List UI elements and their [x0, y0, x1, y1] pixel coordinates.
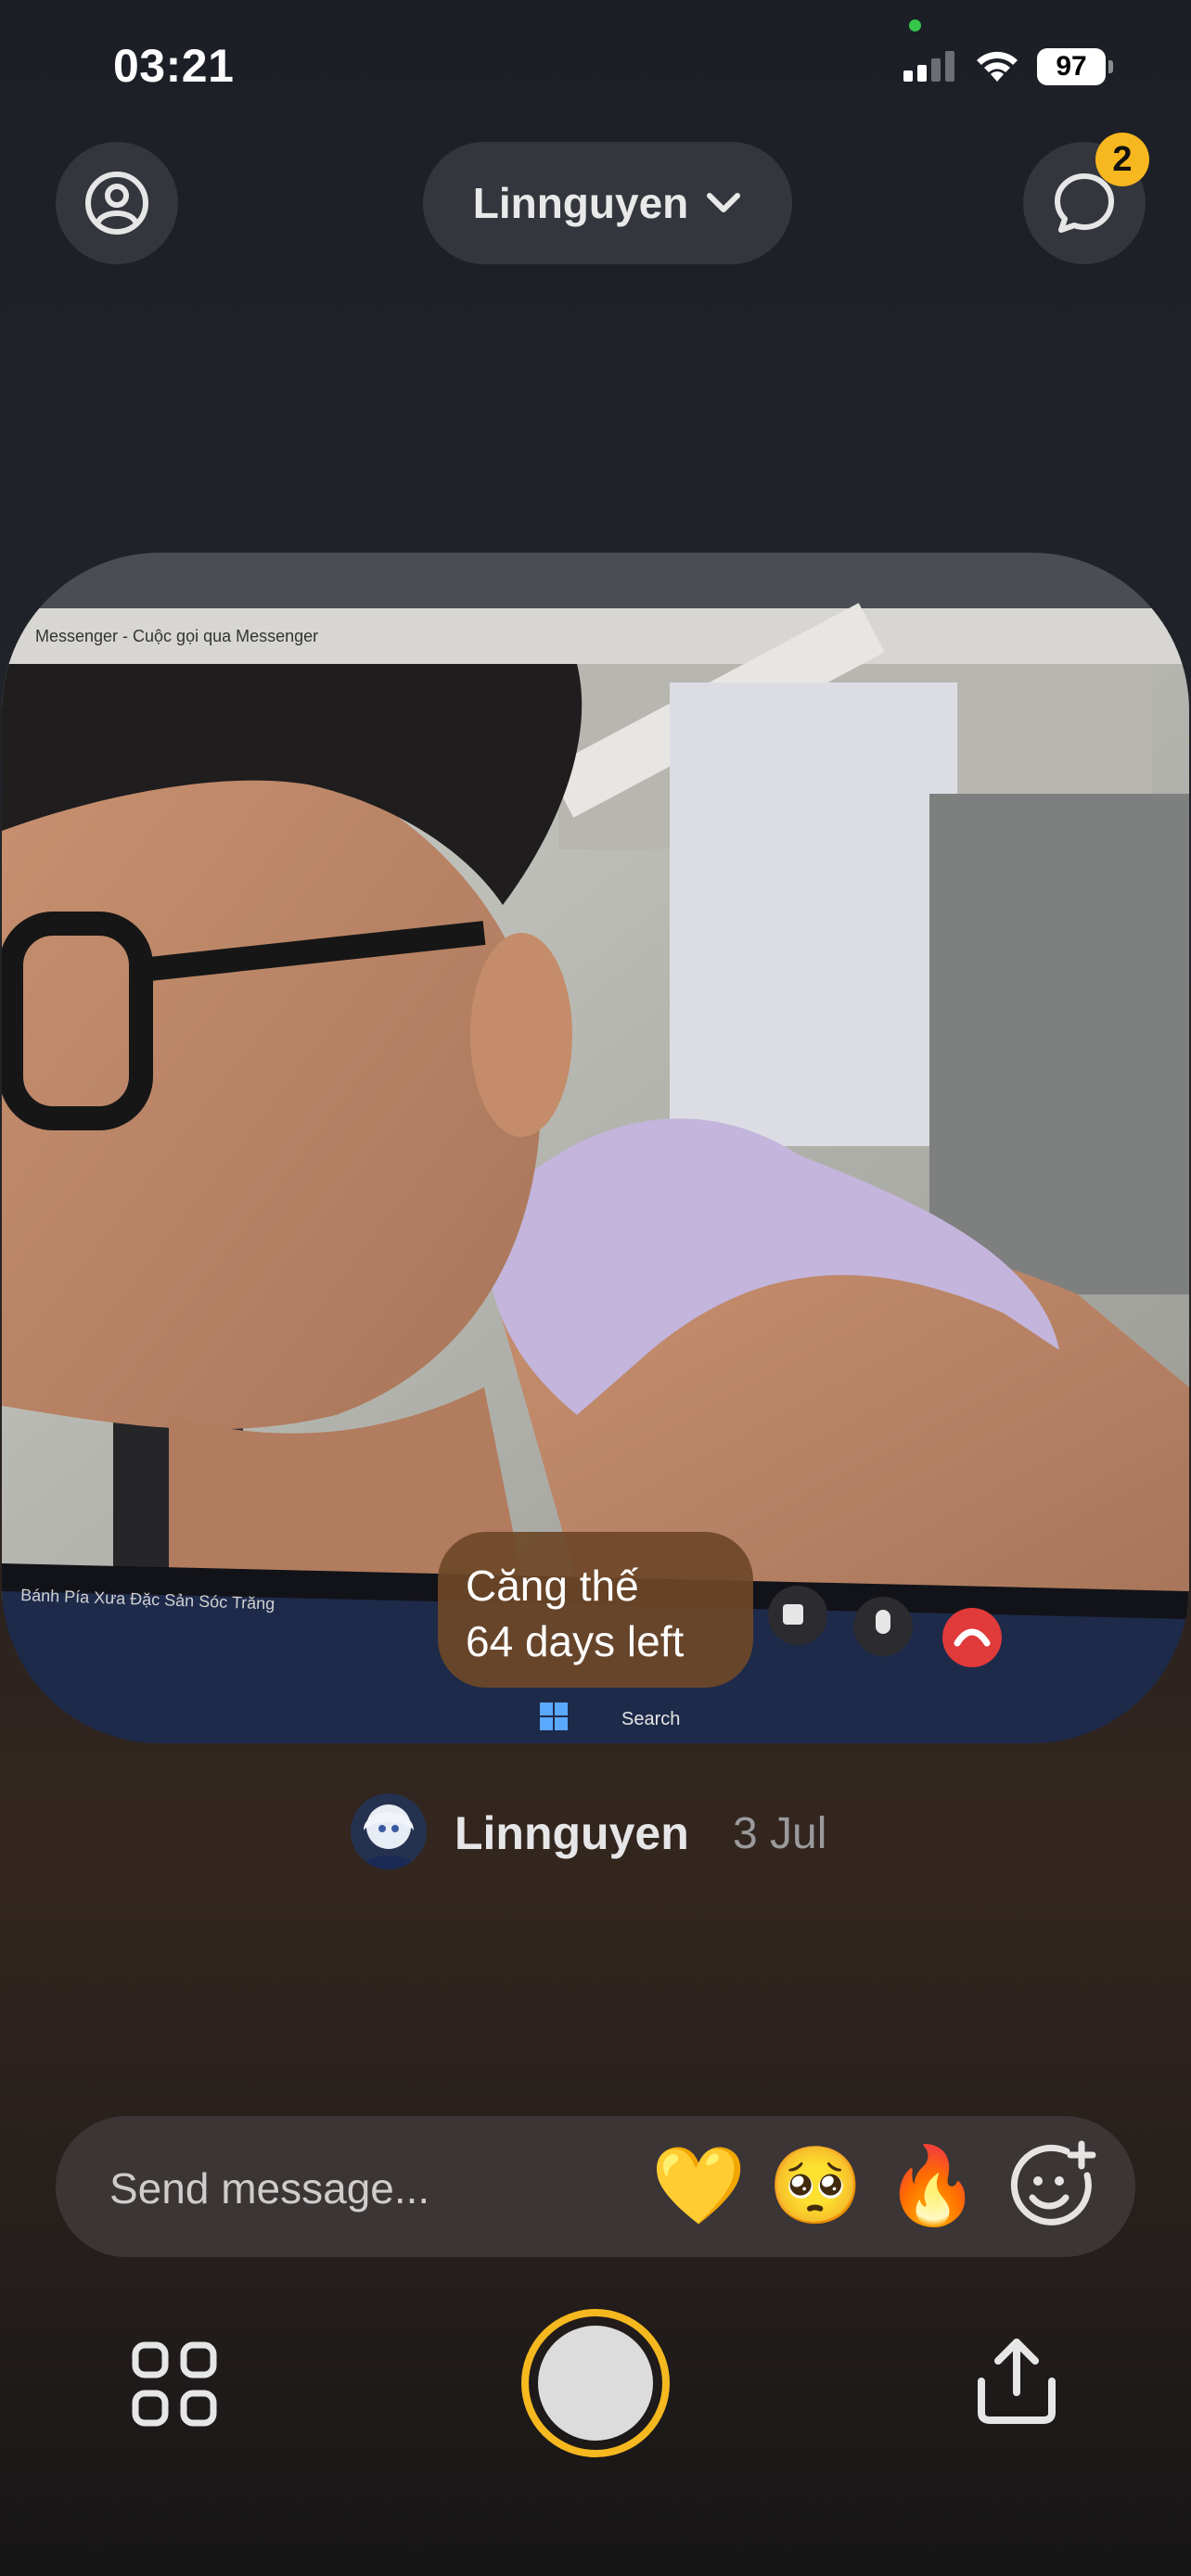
- smiley-plus-icon[interactable]: [1002, 2138, 1100, 2237]
- author-avatar[interactable]: [351, 1793, 427, 1869]
- caption-line-2: 64 days left: [466, 1617, 685, 1665]
- post-date: 3 Jul: [733, 1809, 827, 1858]
- cellular-signal-icon: [903, 50, 957, 82]
- photo-caption: Căng thế 64 days left: [438, 1532, 753, 1688]
- friend-selector[interactable]: Linnguyen: [423, 142, 792, 264]
- reaction-fire-button[interactable]: 🔥: [881, 2140, 983, 2233]
- unread-badge: 2: [1095, 133, 1149, 186]
- reaction-pleading-button[interactable]: 🥺: [764, 2140, 866, 2233]
- battery-level: 97: [1037, 48, 1106, 85]
- person-circle-icon: [85, 172, 148, 235]
- author-name[interactable]: Linnguyen: [455, 1806, 689, 1860]
- reaction-heart-button[interactable]: 💛: [647, 2140, 749, 2233]
- avatar-image: [351, 1793, 427, 1869]
- wifi-icon: [977, 51, 1018, 82]
- share-icon[interactable]: [972, 2335, 1061, 2428]
- photo-titlebar-text: Messenger - Cuộc gọi qua Messenger: [35, 627, 318, 645]
- capture-button[interactable]: [521, 2309, 670, 2457]
- photo-search-text: Search: [621, 1709, 680, 1729]
- grid-icon[interactable]: [130, 2340, 219, 2429]
- caption-line-1: Căng thế: [466, 1562, 639, 1610]
- battery-icon: 97: [1037, 48, 1113, 85]
- profile-button[interactable]: [56, 142, 178, 264]
- chevron-down-icon: [707, 193, 741, 212]
- message-input[interactable]: Send message...: [109, 2163, 429, 2213]
- camera-indicator-dot: [909, 19, 921, 32]
- status-time: 03:21: [113, 40, 235, 92]
- capture-button-inner: [538, 2326, 653, 2441]
- friend-selector-label: Linnguyen: [472, 179, 689, 227]
